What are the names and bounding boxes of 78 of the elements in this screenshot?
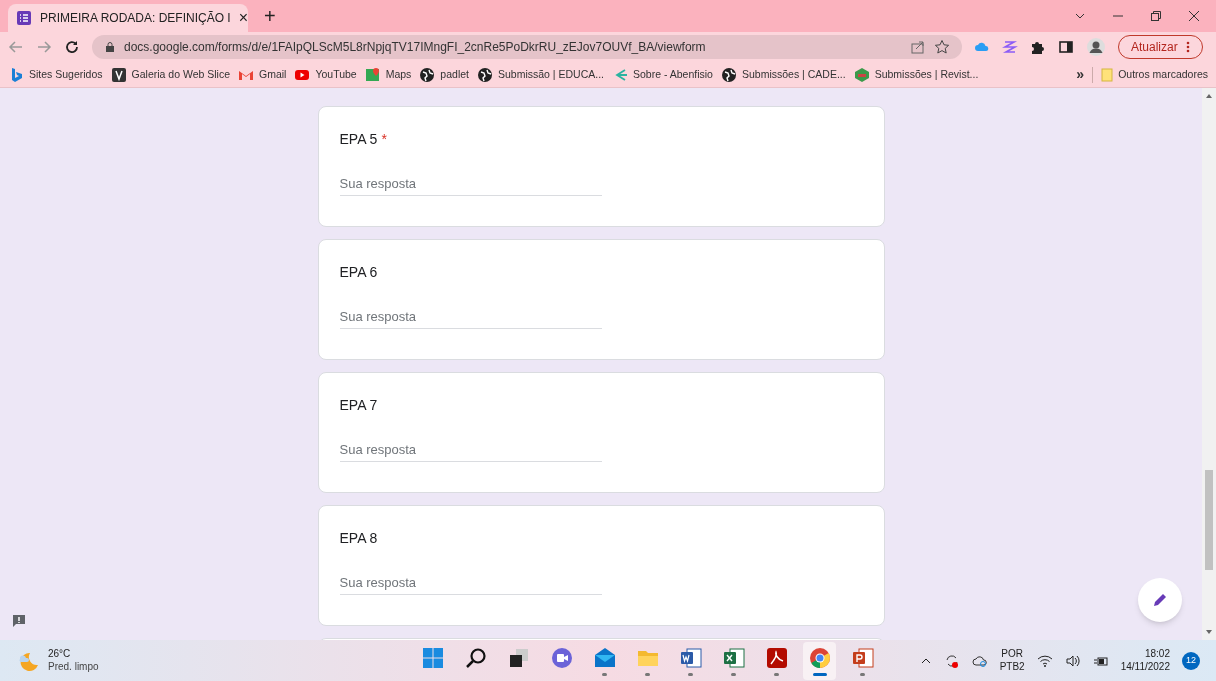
bookmark[interactable]: Sobre - Abenfisio [612, 66, 713, 83]
bookmark-label: YouTube [315, 66, 357, 82]
question-title: EPA 6 [339, 263, 378, 282]
bookmark[interactable]: Submissão | EDUCA... [476, 66, 604, 83]
bookmark-label: padlet [440, 66, 469, 82]
lock-icon [104, 41, 116, 53]
bookmark-label: Maps [385, 66, 412, 82]
globe-icon [419, 66, 436, 83]
scroll-thumb[interactable] [1205, 470, 1213, 570]
side-panel-icon[interactable] [1058, 39, 1074, 55]
bookmark-label: Sites Sugeridos [29, 66, 103, 82]
bookmark-folder[interactable]: Outros marcadores [1101, 66, 1208, 83]
answer-field[interactable]: Sua resposta [339, 438, 602, 462]
map-pin-icon [364, 66, 381, 83]
bookmark[interactable]: Sites Sugeridos [8, 66, 103, 83]
restore-icon[interactable] [1150, 10, 1162, 22]
required-mark: * [381, 130, 387, 149]
pencil-icon [1152, 592, 1168, 608]
puzzle-icon[interactable] [1030, 39, 1046, 55]
question-title: EPA 8 [339, 529, 378, 548]
edit-button[interactable] [1138, 578, 1182, 622]
powerpoint-icon[interactable] [850, 645, 875, 670]
word-icon[interactable] [678, 645, 703, 670]
keyboard-layout-text[interactable]: PTB2 [999, 660, 1025, 673]
answer-field[interactable]: Sua resposta [339, 305, 602, 329]
weather-condition-text: Pred. limpo [48, 660, 99, 673]
forms-icon [16, 10, 32, 26]
sync-icon[interactable] [943, 652, 960, 669]
pdf-icon[interactable] [764, 645, 789, 670]
bookmark-label: Submissões | CADE... [741, 66, 846, 82]
question-title: EPA 5 [339, 130, 378, 149]
globe-icon [720, 66, 737, 83]
excel-icon[interactable] [721, 645, 746, 670]
temperature-text: 26°C [48, 648, 72, 661]
mail-icon[interactable] [592, 645, 617, 670]
scroll-down-icon[interactable] [1205, 628, 1213, 636]
chrome-icon[interactable] [807, 645, 832, 670]
bookmark-label: Sobre - Abenfisio [633, 66, 713, 82]
tab-close-button[interactable]: × [238, 10, 249, 26]
bookmark[interactable]: YouTube [294, 66, 357, 83]
answer-field[interactable]: Sua resposta [339, 172, 602, 196]
bookmark-label: Galeria do Web Slice [131, 66, 230, 82]
windows-icon[interactable] [420, 645, 445, 670]
zigzag-icon[interactable] [1002, 39, 1018, 55]
time-text: 18:02 [1144, 648, 1170, 661]
video-chat-icon[interactable] [549, 645, 574, 670]
close-icon[interactable] [1188, 10, 1200, 22]
date-text: 14/11/2022 [1120, 660, 1170, 673]
star-icon[interactable] [934, 39, 950, 55]
clock[interactable]: 18:02 14/11/2022 [1120, 648, 1170, 673]
bookmark[interactable]: Gmail [238, 66, 287, 83]
url-text: docs.google.com/forms/d/e/1FAIpQLScM5L8rNpjqTV17IMngFI_2cnRe5PoDkrRU_zEJov7OUVf_BA/viewform [124, 39, 707, 56]
address-bar[interactable]: docs.google.com/forms/d/e/1FAIpQLScM5L8rNpjqTV17IMngFI_2cnRe5PoDkrRU_zEJov7OUVf_BA/viewform [92, 35, 962, 59]
profile-avatar-icon[interactable] [1086, 37, 1106, 57]
globe-icon [476, 66, 493, 83]
bookmark-label: Gmail [259, 66, 287, 82]
bookmark[interactable]: Galeria do Web Slice [110, 66, 230, 83]
bookmark[interactable]: Submissões | Revist... [853, 66, 979, 83]
folder-icon [1101, 66, 1114, 83]
more-icon [1185, 41, 1190, 53]
reload-icon[interactable] [64, 39, 80, 55]
bookmark[interactable]: Submissões | CADE... [720, 66, 846, 83]
bookmark[interactable]: padlet [419, 66, 469, 83]
browser-tab[interactable]: PRIMEIRA RODADA: DEFINIÇÃO I × [8, 4, 248, 32]
notification-badge[interactable]: 12 [1182, 651, 1200, 670]
language-text[interactable]: POR [1001, 648, 1023, 661]
question-title: EPA 7 [339, 396, 378, 415]
tab-title: PRIMEIRA RODADA: DEFINIÇÃO I [40, 10, 231, 27]
answer-field[interactable]: Sua resposta [339, 571, 602, 595]
scroll-up-icon[interactable] [1205, 92, 1213, 100]
feedback-icon[interactable] [12, 614, 26, 628]
more-bookmarks-button[interactable]: » [1076, 64, 1085, 85]
bookmark-label: Submissão | EDUCA... [497, 66, 604, 82]
bookmark[interactable]: Maps [364, 66, 412, 83]
new-tab-button[interactable]: + [264, 6, 276, 26]
scrollbar[interactable] [1202, 88, 1216, 640]
bookmark-label: Submissões | Revist... [874, 66, 979, 82]
bookmark-label: Outros marcadores [1118, 66, 1208, 82]
